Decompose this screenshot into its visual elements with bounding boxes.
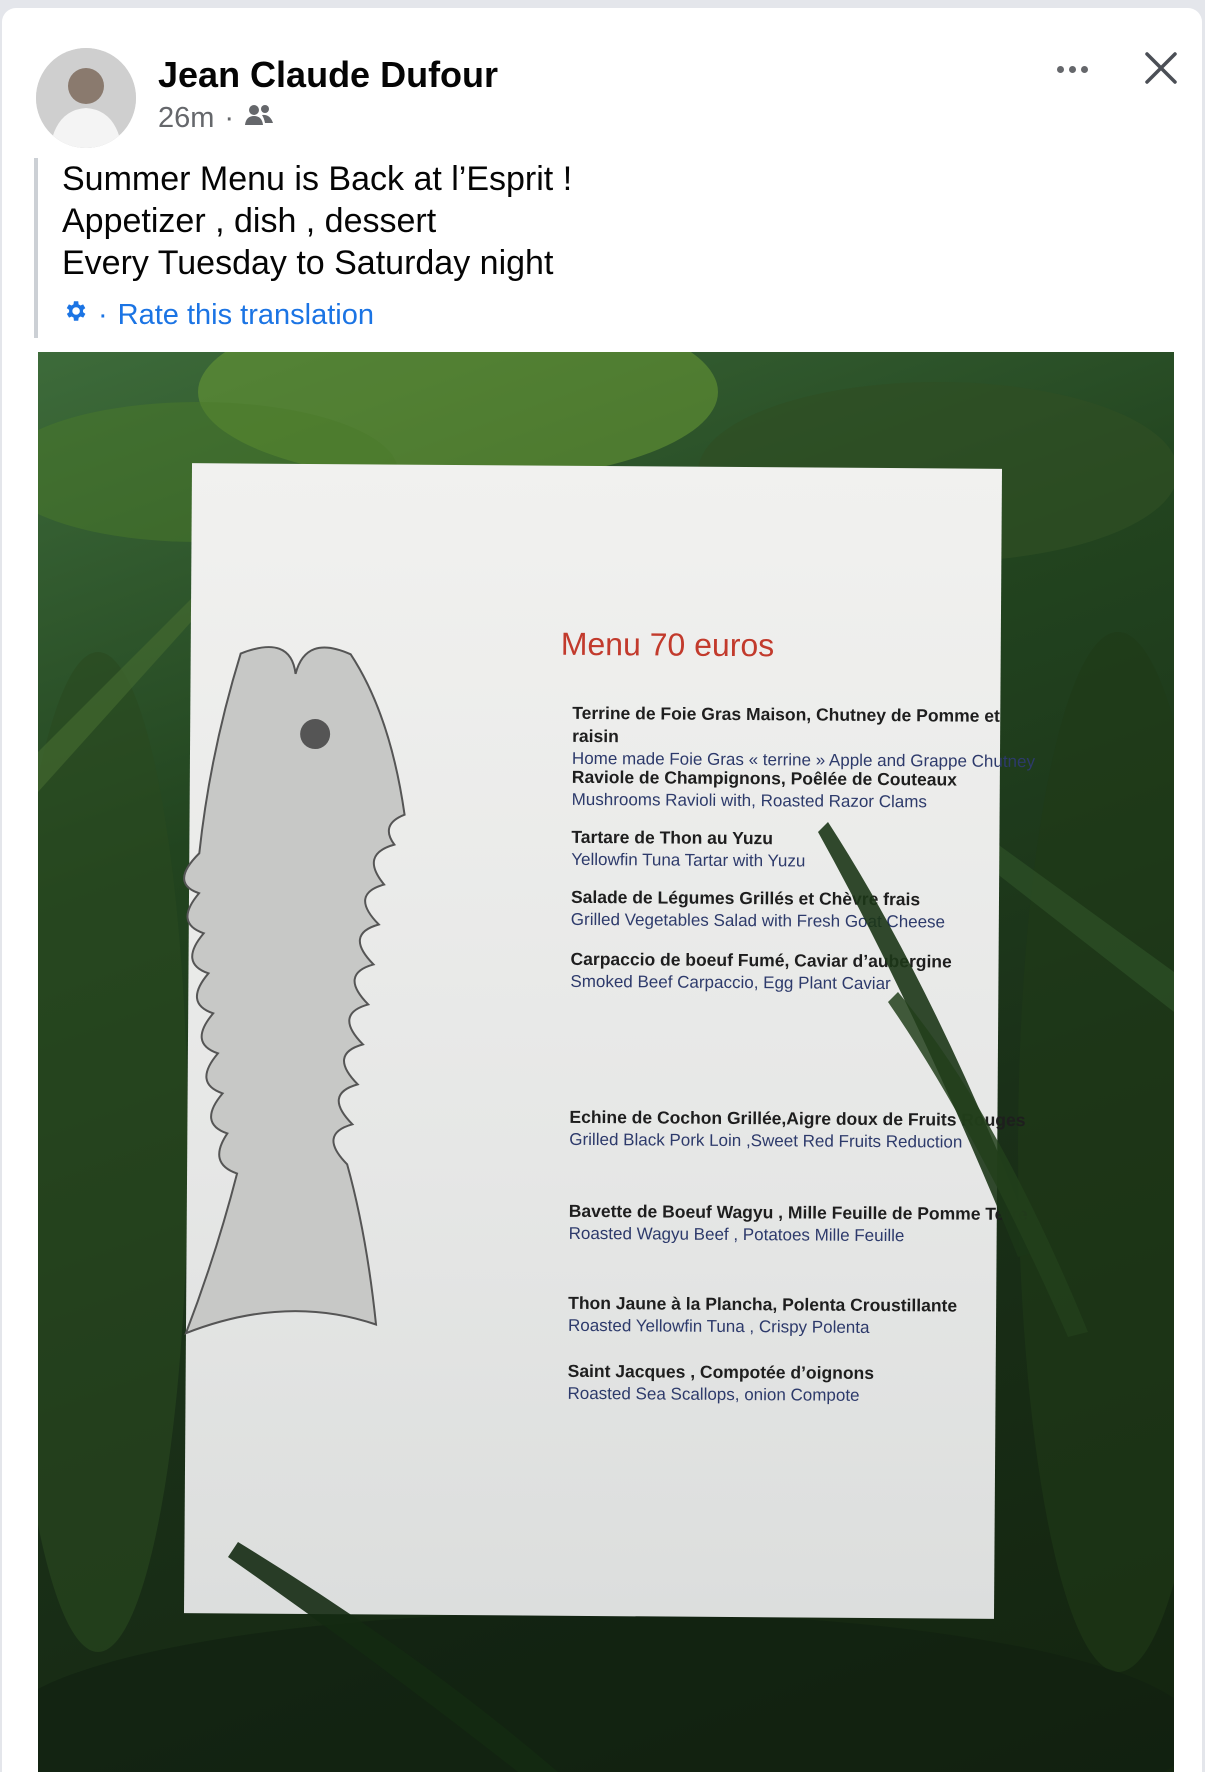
fish-skeleton-icon <box>183 646 406 1335</box>
menu-item-english: Roasted Sea Scallops, onion Compote <box>567 1383 860 1405</box>
menu-item-french: Terrine de Foie Gras Maison, Chutney de … <box>572 702 1000 747</box>
menu-item-french: Echine de Cochon Grillée,Aigre doux de F… <box>569 1106 1026 1131</box>
menu-item-english: Yellowfin Tuna Tartar with Yuzu <box>571 849 806 871</box>
translation-separator: · <box>98 298 108 331</box>
menu-item-english: Roasted Wagyu Beef , Potatoes Mille Feui… <box>568 1223 905 1246</box>
rate-translation-link[interactable]: Rate this translation <box>118 299 374 332</box>
friends-icon[interactable] <box>244 102 274 135</box>
menu-item-french: Saint Jacques , Compotée d’oignons <box>567 1360 875 1383</box>
menu-item: Saint Jacques , Compotée d’oignons Roast… <box>567 1360 1037 1407</box>
menu-item-english: Grilled Black Pork Loin ,Sweet Red Fruit… <box>569 1129 963 1152</box>
menu-item-english: Grilled Vegetables Salad with Fresh Goat… <box>570 909 946 932</box>
author-name[interactable]: Jean Claude Dufour <box>158 54 498 96</box>
menu-item-english: Mushrooms Ravioli with, Roasted Razor Cl… <box>571 789 927 812</box>
menu-item-french: Carpaccio de boeuf Fumé, Caviar d’auberg… <box>570 948 952 972</box>
menu-item-french: Salade de Légumes Grillés et Chèvre frai… <box>570 886 921 910</box>
meta-separator: · <box>224 102 235 134</box>
post-photo[interactable]: Menu 70 euros Terrine de Foie Gras Maiso… <box>38 352 1174 1772</box>
menu-item-english: Smoked Beef Carpaccio, Egg Plant Caviar <box>570 971 891 994</box>
menu-item: Tartare de Thon au Yuzu Yellowfin Tuna T… <box>571 826 1041 873</box>
menu-paper: Menu 70 euros Terrine de Foie Gras Maiso… <box>183 463 1035 1619</box>
menu-item-french: Bavette de Boeuf Wagyu , Mille Feuille d… <box>568 1200 1028 1225</box>
post-text-line: Summer Menu is Back at l’Esprit ! <box>62 160 573 198</box>
menu-title: Menu 70 euros <box>560 625 775 664</box>
close-icon[interactable] <box>1139 46 1183 90</box>
menu-item-french: Thon Jaune à la Plancha, Polenta Crousti… <box>568 1292 958 1316</box>
menu-item: Salade de Légumes Grillés et Chèvre frai… <box>571 886 1041 933</box>
avatar-photo <box>36 48 136 148</box>
menu-item: Terrine de Foie Gras Maison, Chutney de … <box>572 702 1042 772</box>
avatar[interactable] <box>36 48 136 148</box>
post-text-block: Summer Menu is Back at l’Esprit ! Appeti… <box>34 158 1162 338</box>
menu-item: Bavette de Boeuf Wagyu , Mille Feuille d… <box>569 1200 1039 1247</box>
menu-item-french: Raviole de Champignons, Poêlée de Coutea… <box>571 766 957 790</box>
menu-item: Thon Jaune à la Plancha, Polenta Crousti… <box>568 1292 1038 1339</box>
post-text-line: Appetizer , dish , dessert <box>62 202 437 240</box>
translation-row: · Rate this translation <box>62 298 1162 338</box>
menu-item-french: Tartare de Thon au Yuzu <box>571 826 774 849</box>
menu-item: Echine de Cochon Grillée,Aigre doux de F… <box>569 1106 1039 1153</box>
menu-item: Raviole de Champignons, Poêlée de Coutea… <box>572 766 1042 813</box>
menu-item: Carpaccio de boeuf Fumé, Caviar d’auberg… <box>570 948 1040 995</box>
post-text-line: Every Tuesday to Saturday night <box>62 244 554 282</box>
more-options-icon[interactable] <box>1052 54 1092 84</box>
gear-icon[interactable] <box>62 298 88 332</box>
post-card: Jean Claude Dufour 26m · Summer Menu is … <box>2 8 1202 1772</box>
post-time[interactable]: 26m <box>158 102 214 135</box>
post-meta: 26m · <box>158 102 274 135</box>
menu-item-english: Roasted Yellowfin Tuna , Crispy Polenta <box>567 1315 870 1337</box>
